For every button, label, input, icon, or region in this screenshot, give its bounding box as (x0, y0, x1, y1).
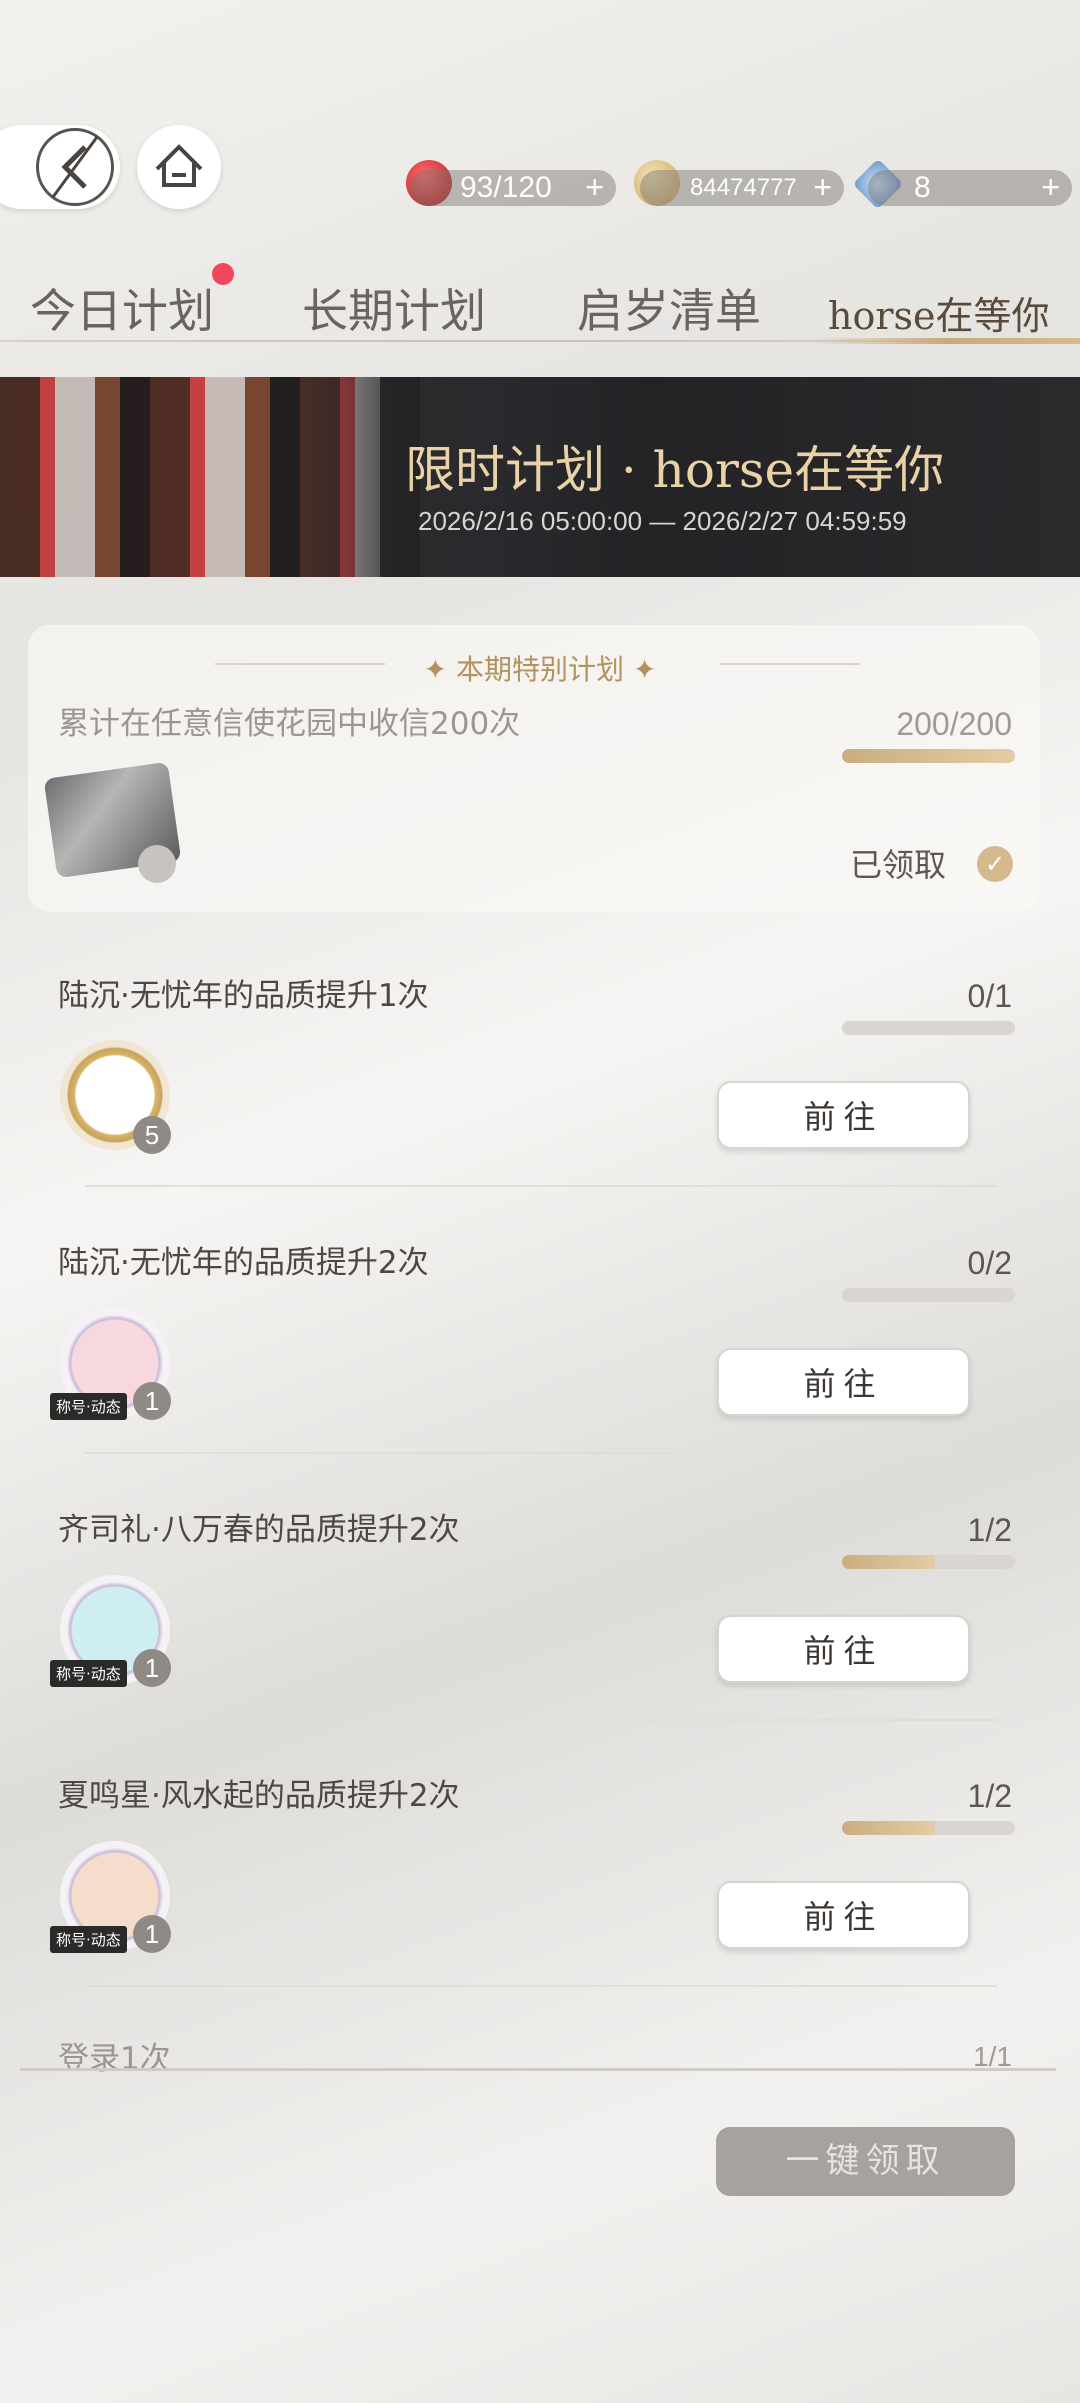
row-divider (85, 1719, 997, 1721)
task-progress-bar (842, 1021, 1015, 1035)
special-plan-header: ✦ 本期特别计划 ✦ (423, 653, 657, 686)
task-progress-bar (842, 1288, 1015, 1302)
reward-count-badge: 1 (133, 1382, 171, 1420)
reward-count-badge: 5 (133, 1116, 171, 1154)
reward-count-badge (138, 845, 176, 883)
go-button[interactable]: 前往 (717, 1615, 970, 1683)
task-count: 1/2 (967, 1512, 1012, 1548)
task-title: 夏鸣星·风水起的品质提升2次 (58, 1778, 460, 1814)
row-divider (85, 1452, 997, 1454)
reward-tag: 称号·动态 (50, 1393, 127, 1420)
special-task-count: 200/200 (896, 706, 1012, 742)
claimed-status: 已领取 (850, 846, 947, 884)
reward-count-badge: 1 (133, 1915, 171, 1953)
coins-add-button[interactable]: + (813, 169, 832, 205)
reward-tag: 称号·动态 (50, 1660, 127, 1687)
task-count: 0/1 (967, 978, 1012, 1014)
task-progress-bar (842, 1821, 1015, 1835)
task-title: 陆沉·无忧年的品质提升1次 (58, 978, 429, 1014)
special-progress-bar (842, 749, 1015, 763)
stamina-value: 93/120 (460, 171, 552, 204)
back-icon (36, 128, 114, 206)
check-icon: ✓ (977, 846, 1013, 882)
banner-title: 限时计划 · horse在等你 (405, 441, 945, 499)
task-count: 1/2 (967, 1778, 1012, 1814)
gems-resource[interactable]: 8 + (868, 169, 1072, 206)
home-button[interactable] (137, 125, 221, 209)
special-task-title: 累计在任意信使花园中收信200次 (58, 706, 521, 742)
task-count: 0/2 (967, 1245, 1012, 1281)
row-divider (85, 1185, 997, 1187)
tab-today-plan[interactable]: 今日计划 (30, 275, 214, 341)
reward-tag: 称号·动态 (50, 1926, 127, 1953)
tab-long-term-plan[interactable]: 长期计划 (302, 275, 486, 341)
gems-add-button[interactable]: + (1041, 169, 1060, 205)
go-button[interactable]: 前往 (717, 1081, 970, 1149)
banner-date: 2026/2/16 05:00:00 — 2026/2/27 04:59:59 (418, 506, 907, 536)
go-button[interactable]: 前往 (717, 1881, 970, 1949)
reward-count-badge: 1 (133, 1649, 171, 1687)
task-progress-bar (842, 1555, 1015, 1569)
active-tab-underline (810, 338, 1080, 344)
go-button[interactable]: 前往 (717, 1348, 970, 1416)
task-title: 陆沉·无忧年的品质提升2次 (58, 1245, 429, 1281)
tab-horse-waiting[interactable]: horse在等你 (828, 285, 1050, 340)
claim-all-button[interactable]: 一键领取 (716, 2127, 1015, 2196)
stamina-add-button[interactable]: + (585, 169, 604, 205)
tab-new-year-list[interactable]: 启岁清单 (577, 275, 761, 341)
home-icon (155, 144, 203, 187)
task-title: 登录1次 (58, 2041, 171, 2077)
list-bottom-edge (20, 2068, 1056, 2071)
stamina-resource[interactable]: 93/120 + (410, 169, 616, 206)
coins-resource[interactable]: 84474777 + (640, 169, 844, 206)
task-title: 齐司礼·八万春的品质提升2次 (58, 1512, 460, 1548)
row-divider (85, 1985, 997, 1987)
notification-dot (212, 263, 234, 285)
coins-value: 84474777 (690, 174, 797, 201)
gems-value: 8 (914, 171, 931, 204)
